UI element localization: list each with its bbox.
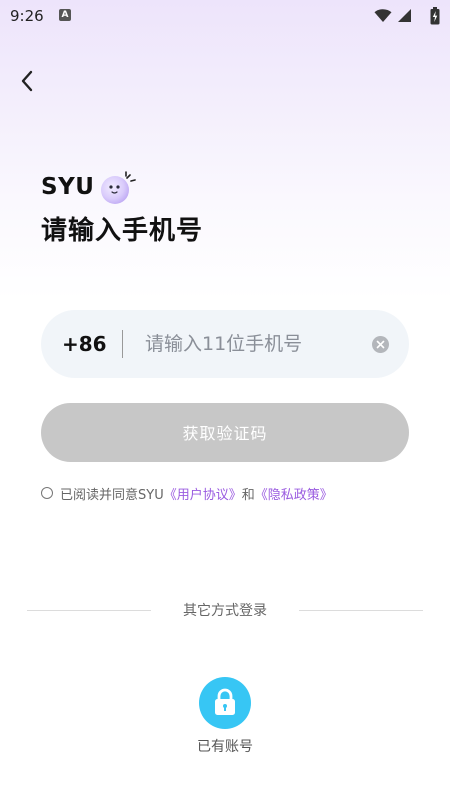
agree-checkbox[interactable] (41, 487, 53, 499)
wifi-icon (374, 9, 392, 22)
status-bar: 9:26 A (0, 0, 450, 32)
mascot-icon (101, 171, 137, 204)
existing-account-label: 已有账号 (197, 739, 253, 755)
status-time: 9:26 (10, 7, 44, 25)
battery-icon (430, 7, 440, 25)
phone-input[interactable] (145, 326, 365, 362)
divider-line-right (299, 610, 423, 611)
phone-field: +86 (41, 310, 409, 378)
user-agreement-link[interactable]: 《用户协议》 (164, 484, 242, 503)
back-button[interactable] (14, 66, 42, 96)
brand-row: SYU (41, 170, 139, 204)
field-divider (122, 330, 123, 358)
clear-icon[interactable] (372, 336, 389, 353)
get-code-button[interactable]: 获取验证码 (41, 403, 409, 462)
agreement-conjunction: 和 (241, 487, 255, 503)
brand-name: SYU (41, 174, 95, 200)
other-login-divider: 其它方式登录 (27, 598, 423, 622)
privacy-policy-link[interactable]: 《隐私政策》 (255, 484, 333, 503)
chevron-left-icon (21, 70, 33, 92)
notification-a-icon: A (59, 9, 71, 21)
agreement-prefix: 已阅读并同意SYU (60, 487, 164, 503)
agreement-row: 已阅读并同意SYU 《用户协议》 和 《隐私政策》 (41, 483, 333, 503)
page-title: 请输入手机号 (41, 216, 204, 246)
signal-icon (398, 9, 411, 22)
lock-circle (199, 677, 251, 729)
lock-icon (215, 688, 235, 715)
country-code[interactable]: +86 (62, 332, 107, 356)
